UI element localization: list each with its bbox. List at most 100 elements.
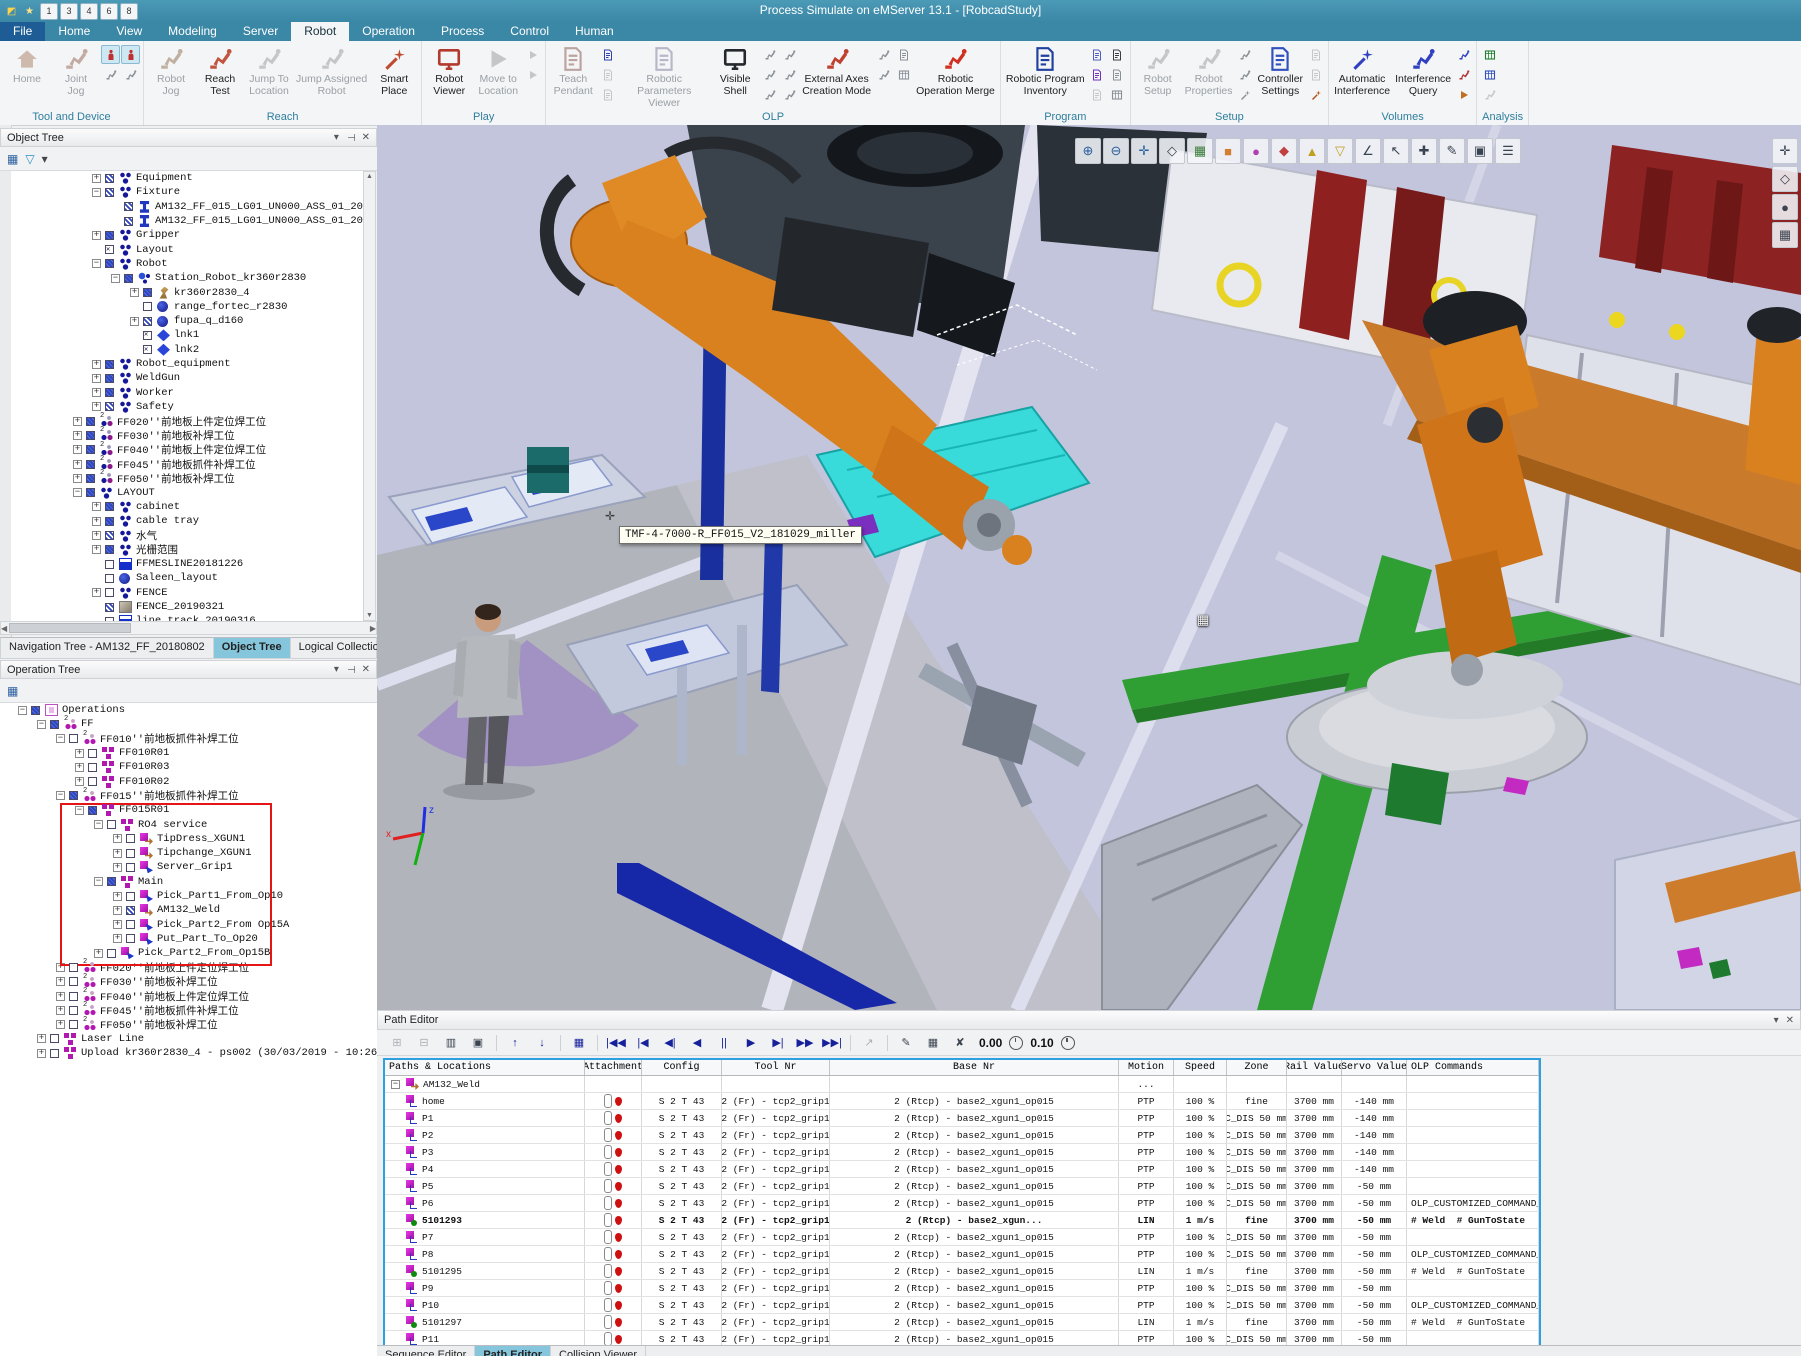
visibility-checkbox[interactable] <box>69 977 78 986</box>
collapse-icon[interactable]: − <box>92 259 101 268</box>
collapse-icon[interactable]: − <box>92 188 101 197</box>
tree-item-label[interactable]: RO4 service <box>138 819 207 831</box>
automatic-interference-button[interactable]: Automatic Interference <box>1332 43 1392 99</box>
axes-tool-2-icon[interactable] <box>874 65 893 84</box>
tree-item-label[interactable]: Pick_Part1_From_Op10 <box>157 890 283 902</box>
step-forward-button[interactable]: ▶| <box>766 1033 790 1053</box>
viewport-3d[interactable]: ⊕⊖✛◇▦■●◆▲▽∠↖✚✎▣☰ ✛◇●▦ ✛ TMF-4-7000-R_FF0… <box>377 125 1801 1010</box>
tree-item-label[interactable]: Upload kr360r2830_4 - ps002 (30/03/2019 … <box>81 1047 377 1059</box>
setup-tools-icon[interactable] <box>1236 85 1255 104</box>
axes-tool-1-icon[interactable] <box>874 45 893 64</box>
path-name-cell[interactable]: P10 <box>385 1297 585 1313</box>
path-name-cell[interactable]: P7 <box>385 1229 585 1245</box>
visibility-checkbox[interactable] <box>143 345 152 354</box>
expand-icon[interactable]: + <box>113 934 122 943</box>
visibility-checkbox[interactable] <box>124 202 133 211</box>
visibility-checkbox[interactable] <box>143 302 152 311</box>
expand-icon[interactable]: + <box>92 374 101 383</box>
tree-item-label[interactable]: Tipchange_XGUN1 <box>157 847 252 859</box>
visibility-checkbox[interactable] <box>126 834 135 843</box>
filter-chevron-icon[interactable]: ▾ <box>42 152 48 166</box>
expand-icon[interactable]: + <box>130 317 139 326</box>
jump-to-start-button[interactable]: |◀◀ <box>604 1033 628 1053</box>
tree-item-label[interactable]: cabinet <box>136 501 180 513</box>
visibility-checkbox[interactable] <box>105 502 114 511</box>
tree-item-label[interactable]: Saleen_layout <box>136 572 218 584</box>
zoom-in-icon[interactable]: ⊕ <box>1075 138 1101 164</box>
visibility-checkbox[interactable] <box>86 474 95 483</box>
smart-place-button[interactable]: Smart Place <box>370 43 418 99</box>
location-name[interactable]: 5101297 <box>422 1317 462 1328</box>
external-axes-creation-mode-button[interactable]: External Axes Creation Mode <box>800 43 873 99</box>
visibility-checkbox[interactable] <box>105 374 114 383</box>
visibility-checkbox[interactable] <box>126 892 135 901</box>
expand-icon[interactable]: + <box>56 963 65 972</box>
visibility-checkbox[interactable] <box>105 188 114 197</box>
tree-item-label[interactable]: FF020''前地板上件定位焊工位 <box>117 414 266 429</box>
expand-icon[interactable]: + <box>113 892 122 901</box>
tree-item-label[interactable]: FF015R01 <box>119 804 169 816</box>
column-header-paths-locations[interactable]: Paths & Locations <box>385 1060 585 1075</box>
menu-tab-view[interactable]: View <box>103 22 155 41</box>
path-name-cell[interactable]: P8 <box>385 1246 585 1262</box>
collapse-icon[interactable]: − <box>111 274 120 283</box>
clock-icon[interactable] <box>1061 1036 1075 1050</box>
collapse-icon[interactable]: − <box>391 1080 400 1089</box>
center-view-icon[interactable]: ✛ <box>1131 138 1157 164</box>
visibility-checkbox[interactable] <box>105 574 114 583</box>
visibility-checkbox[interactable] <box>50 1049 59 1058</box>
program-new-icon[interactable] <box>1108 45 1127 64</box>
chevron-down-icon[interactable]: ▾ <box>334 664 339 675</box>
visibility-checkbox[interactable] <box>105 402 114 411</box>
path-name-cell[interactable]: P3 <box>385 1144 585 1160</box>
tree-item-label[interactable]: WeldGun <box>136 372 180 384</box>
tree-item-label[interactable]: kr360r2830_4 <box>174 287 250 299</box>
visibility-checkbox[interactable] <box>105 245 114 254</box>
close-icon[interactable]: ✕ <box>362 132 370 143</box>
robot-properties-button[interactable]: Robot Properties <box>1183 43 1235 99</box>
expand-icon[interactable]: + <box>56 992 65 1001</box>
visibility-checkbox[interactable] <box>105 259 114 268</box>
display-mode-icon[interactable]: ▦ <box>1187 138 1213 164</box>
location-name[interactable]: P11 <box>422 1334 439 1345</box>
tree-item-label[interactable]: Put_Part_To_Op20 <box>157 933 258 945</box>
pin-icon[interactable]: ⊤ <box>345 665 356 674</box>
visible-shell-button[interactable]: Visible Shell <box>711 43 759 99</box>
collapse-icon[interactable]: − <box>56 734 65 743</box>
appearance-icon[interactable]: ● <box>1243 138 1269 164</box>
tree-grid-icon[interactable]: ▦ <box>7 684 18 698</box>
expand-icon[interactable]: + <box>75 763 84 772</box>
move-up-button[interactable]: ↑ <box>503 1033 527 1053</box>
location-forward-icon[interactable] <box>523 45 542 64</box>
expand-icon[interactable]: + <box>56 1006 65 1015</box>
olp-marker-4-icon[interactable] <box>780 45 799 64</box>
setup-ring-icon[interactable] <box>1236 65 1255 84</box>
visibility-checkbox[interactable] <box>105 517 114 526</box>
visibility-checkbox[interactable] <box>69 992 78 1001</box>
tree-item-label[interactable]: FF010R03 <box>119 761 169 773</box>
tree-item-label[interactable]: FF030''前地板补焊工位 <box>100 974 218 989</box>
tree-item-label[interactable]: Safety <box>136 401 174 413</box>
menu-tab-operation[interactable]: Operation <box>349 22 428 41</box>
visibility-checkbox[interactable] <box>126 934 135 943</box>
visibility-checkbox[interactable] <box>88 806 97 815</box>
snapshot-icon[interactable]: ▣ <box>1467 138 1493 164</box>
measure-tool-icon[interactable] <box>1306 85 1325 104</box>
visibility-checkbox[interactable] <box>126 863 135 872</box>
olp-marker-2-icon[interactable] <box>760 65 779 84</box>
view-settings-icon[interactable]: ☰ <box>1495 138 1521 164</box>
render-style-icon[interactable]: ● <box>1772 194 1798 220</box>
time-analysis-icon[interactable] <box>1480 45 1499 64</box>
tree-tab-object-tree[interactable]: Object Tree <box>214 638 291 658</box>
tree-item-label[interactable]: FF040''前地板上件定位焊工位 <box>100 989 249 1004</box>
location-name[interactable]: P1 <box>422 1113 433 1124</box>
olp-marker-6-icon[interactable] <box>780 85 799 104</box>
tree-item-label[interactable]: FFMESLINE20181226 <box>136 558 243 570</box>
visibility-checkbox[interactable] <box>105 531 114 540</box>
editor-tab-collision-viewer[interactable]: Collision Viewer <box>551 1346 646 1356</box>
visibility-checkbox[interactable] <box>50 1034 59 1043</box>
interference-query-button[interactable]: Interference Query <box>1393 43 1453 99</box>
collapse-icon[interactable]: − <box>75 806 84 815</box>
expand-icon[interactable]: + <box>92 360 101 369</box>
display-filter-icon[interactable]: ▽ <box>1327 138 1353 164</box>
